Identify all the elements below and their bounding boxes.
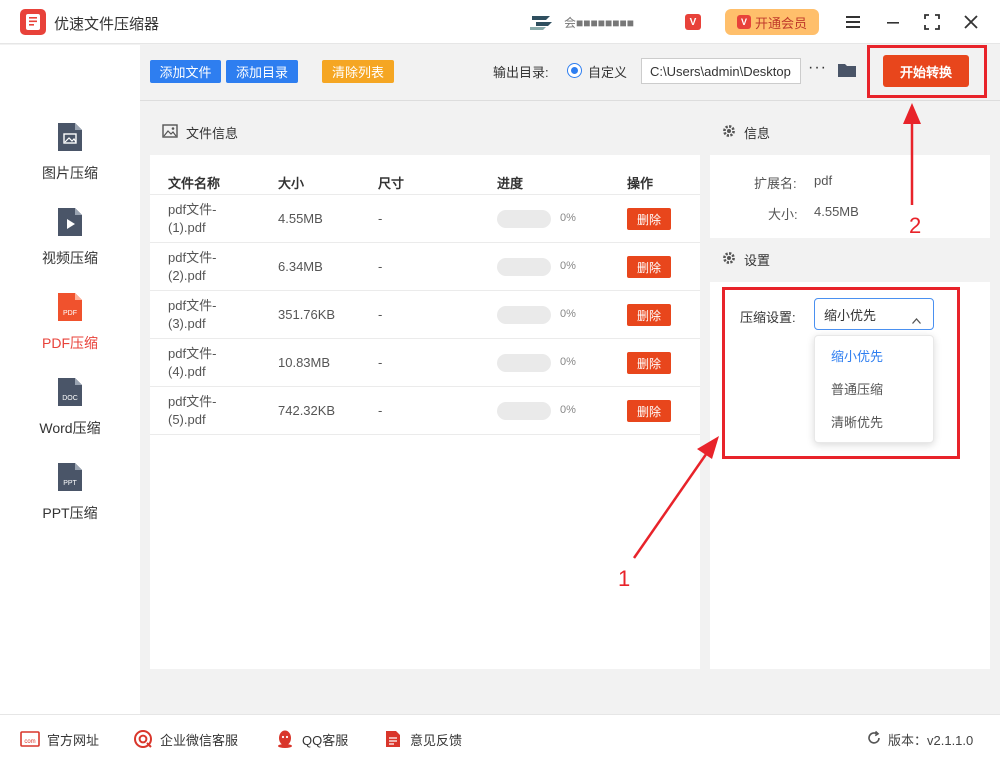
feedback-link[interactable]: 意见反馈 [383,729,462,749]
annotation-arrows [632,103,921,559]
svg-text:com: com [24,739,35,745]
website-icon: com [20,729,40,749]
qq-service-link[interactable]: QQ客服 [275,729,348,749]
qq-label: QQ客服 [302,732,349,748]
feedback-label: 意见反馈 [410,732,463,748]
version-info: 版本：v2.1.1.0 [866,730,973,749]
wechat-label: 企业微信客服 [160,732,239,748]
version-label: 版本：v2.1.1.0 [888,733,974,748]
qq-icon [275,729,295,749]
wechat-icon [133,729,153,749]
website-label: 官方网址 [47,732,100,748]
annotation-number-2: 2 [909,213,922,238]
website-link[interactable]: com 官方网址 [20,729,99,749]
feedback-icon [383,729,403,749]
footer: com 官方网址 企业微信客服 QQ客服 意见反馈 版本：v2.1.1.0 [0,714,1000,760]
annotation-number-1: 1 [618,566,631,591]
refresh-icon [866,730,882,749]
wechat-service-link[interactable]: 企业微信客服 [133,729,238,749]
